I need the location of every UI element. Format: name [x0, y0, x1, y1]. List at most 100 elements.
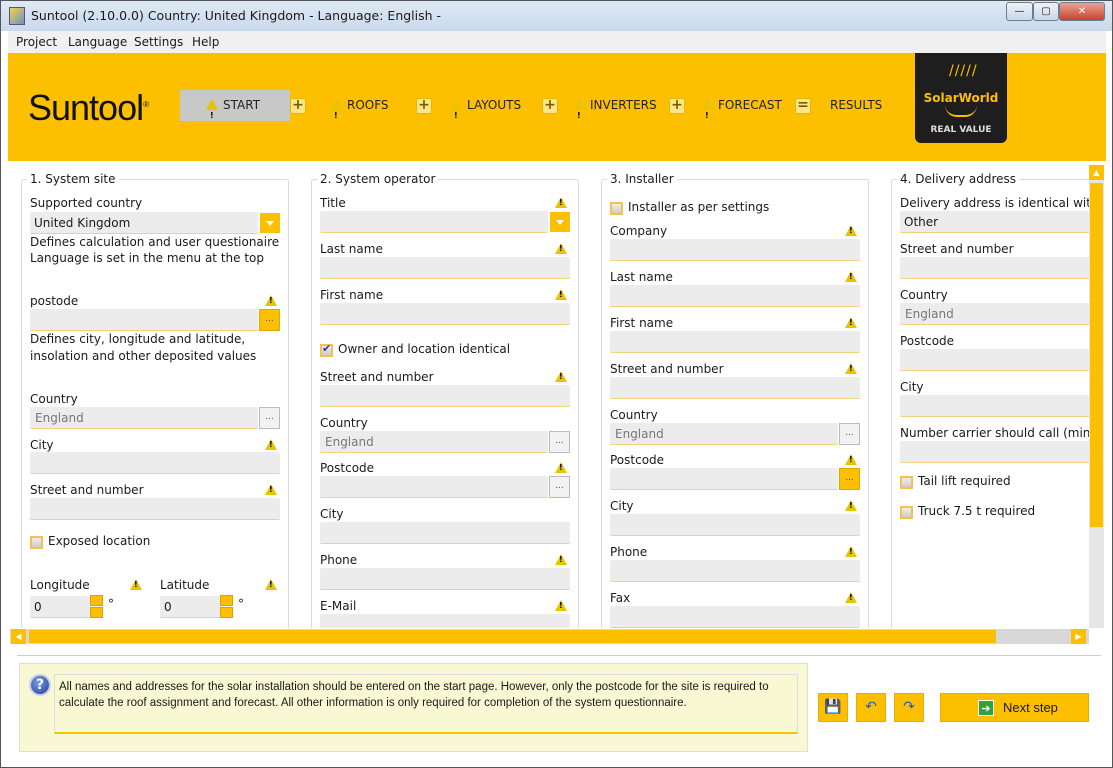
spin-down-icon[interactable] [220, 607, 233, 618]
text-input[interactable] [610, 377, 860, 399]
field-label: Postcode [320, 461, 375, 475]
longitude-input[interactable]: 0 [30, 596, 90, 618]
checkbox[interactable] [900, 476, 913, 489]
text-input[interactable] [320, 568, 570, 590]
text-input[interactable] [320, 522, 570, 544]
menu-help[interactable]: Help [192, 35, 219, 49]
field-label: E-Mail [320, 599, 357, 613]
checkbox[interactable] [30, 536, 43, 549]
plus-icon: + [416, 98, 432, 114]
text-input[interactable]: England [610, 423, 838, 445]
save-button[interactable]: 💾 [818, 693, 848, 722]
panel-title: 4. Delivery address [897, 172, 1020, 186]
step-layouts[interactable]: LAYOUTS [450, 90, 521, 131]
checkbox[interactable] [320, 342, 333, 357]
field-label: Street and number [320, 370, 434, 384]
step-roofs[interactable]: ROOFS [330, 90, 389, 131]
text-input[interactable] [610, 606, 860, 628]
panel-title: 1. System site [27, 172, 119, 186]
text-input[interactable] [610, 560, 860, 582]
vertical-scroll-thumb[interactable] [1090, 183, 1103, 527]
browse-button[interactable]: ... [839, 468, 860, 490]
step-start[interactable]: START [180, 90, 290, 131]
menu-language[interactable]: Language [68, 35, 127, 49]
text-input[interactable] [610, 239, 860, 261]
text-input[interactable] [610, 331, 860, 353]
text-input[interactable] [900, 257, 1089, 279]
checkbox[interactable] [900, 506, 913, 519]
text-input[interactable]: England [30, 407, 258, 429]
text-input[interactable] [320, 385, 570, 407]
text-input[interactable] [320, 614, 570, 628]
dropdown[interactable]: Other [900, 211, 1089, 233]
checkbox-label: Owner and location identical [338, 342, 511, 356]
text-input[interactable] [610, 468, 838, 490]
text-input[interactable]: England [900, 303, 1089, 325]
browse-button[interactable]: ... [259, 309, 280, 331]
browse-button[interactable]: ... [549, 476, 570, 498]
latitude-input[interactable]: 0 [160, 596, 220, 618]
text-input[interactable] [610, 285, 860, 307]
scroll-left-arrow[interactable]: ◀ [11, 629, 26, 644]
browse-button[interactable]: ... [259, 407, 280, 429]
text-input[interactable] [900, 441, 1089, 463]
minimize-button[interactable]: — [1006, 2, 1033, 21]
title-bar: Suntool (2.10.0.0) Country: United Kingd… [1, 1, 1112, 31]
text-input[interactable] [900, 349, 1089, 371]
vertical-scrollbar[interactable]: ▲ [1089, 165, 1104, 628]
text-input[interactable]: England [320, 431, 548, 453]
text-input[interactable] [610, 514, 860, 536]
browse-button[interactable]: ... [839, 423, 860, 445]
field-label: Street and number [30, 483, 144, 497]
text-input[interactable] [320, 476, 548, 498]
horizontal-scrollbar[interactable]: ◀ ▶ [10, 629, 1089, 644]
warning-icon [845, 363, 857, 374]
plus-icon: + [290, 98, 306, 114]
step-results[interactable]: RESULTS [830, 90, 882, 121]
menu-bar: Project Language Settings Help [8, 31, 1106, 53]
browse-button[interactable]: ... [549, 431, 570, 453]
warning-icon [130, 579, 142, 590]
longitude-unit: ° [108, 597, 114, 611]
warning-icon [555, 197, 567, 208]
menu-project[interactable]: Project [16, 35, 57, 49]
text-input[interactable] [320, 257, 570, 279]
close-button[interactable]: ✕ [1059, 2, 1105, 21]
step-inverters[interactable]: INVERTERS [573, 90, 657, 131]
dropdown[interactable] [320, 211, 548, 233]
redo-button[interactable]: ↷ [894, 693, 924, 722]
warning-icon [206, 99, 218, 131]
chevron-down-icon[interactable] [260, 213, 280, 233]
help-icon: ? [29, 674, 51, 696]
text-input[interactable] [900, 395, 1089, 417]
horizontal-scroll-thumb[interactable] [29, 630, 996, 643]
spin-down-icon[interactable] [90, 607, 103, 618]
field-label: Last name [320, 242, 383, 256]
scroll-up-arrow[interactable]: ▲ [1089, 165, 1104, 180]
info-text: All names and addresses for the solar in… [54, 674, 798, 734]
maximize-button[interactable]: ▢ [1033, 2, 1059, 21]
field-label: City [900, 380, 924, 394]
spin-up-icon[interactable] [220, 595, 233, 606]
step-forecast[interactable]: FORECAST [701, 90, 782, 131]
warning-icon [845, 454, 857, 465]
suntool-logo: Suntool® [28, 87, 149, 128]
text-input[interactable] [320, 303, 570, 325]
dropdown[interactable]: United Kingdom [30, 212, 258, 234]
latitude-label: Latitude [160, 578, 210, 592]
step-navigation: Suntool® ///// SolarWorld REAL VALUE STA… [8, 53, 1106, 161]
arrow-right-icon: ➔ [978, 700, 994, 716]
menu-settings[interactable]: Settings [134, 35, 183, 49]
text-input[interactable] [30, 309, 258, 331]
chevron-down-icon[interactable] [550, 212, 570, 232]
step-label: INVERTERS [590, 98, 657, 112]
field-label: Phone [610, 545, 648, 559]
text-input[interactable] [30, 498, 280, 520]
scroll-right-arrow[interactable]: ▶ [1071, 629, 1086, 644]
undo-button[interactable]: ↶ [856, 693, 886, 722]
spin-up-icon[interactable] [90, 595, 103, 606]
warning-icon [555, 289, 567, 300]
checkbox[interactable] [610, 202, 623, 215]
text-input[interactable] [30, 452, 280, 474]
next-step-button[interactable]: ➔ Next step [940, 693, 1089, 722]
